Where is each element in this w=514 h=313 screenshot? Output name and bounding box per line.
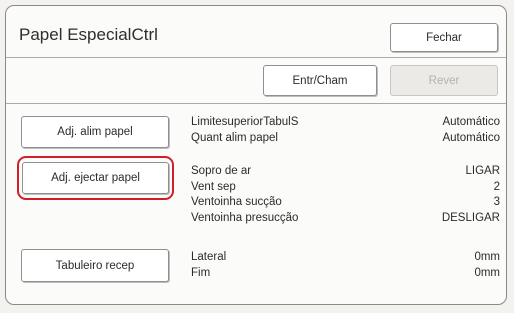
header-divider: [6, 57, 506, 58]
special-paper-panel: Papel EspecialCtrl Fechar Entr/Cham Reve…: [5, 5, 507, 305]
eject-row-3-value: 3: [493, 196, 500, 208]
toolbar-divider: [6, 103, 506, 104]
tray-row-1: Lateral 0mm: [191, 250, 500, 266]
eject-settings-info: Sopro de ar LIGAR Vent sep 2 Ventoinha s…: [191, 164, 500, 226]
entr-cham-button[interactable]: Entr/Cham: [263, 65, 377, 96]
page-title: Papel EspecialCtrl: [19, 25, 158, 44]
receiving-tray-button[interactable]: Tabuleiro recep: [21, 249, 169, 282]
eject-row-4-value: DESLIGAR: [441, 211, 500, 224]
feed-row-2: Quant alim papel Automático: [191, 131, 500, 147]
eject-row-1: Sopro de ar LIGAR: [191, 164, 500, 180]
tray-row-2-value: 0mm: [474, 266, 500, 279]
feed-row-1-value: Automático: [442, 116, 500, 128]
feed-row-2-value: Automático: [442, 131, 500, 144]
eject-row-3-label: Ventoinha sucção: [191, 196, 282, 208]
eject-adjust-button[interactable]: Adj. ejectar papel: [22, 162, 169, 194]
eject-row-4: Ventoinha presucção DESLIGAR: [191, 211, 500, 227]
tray-row-2: Fim 0mm: [191, 266, 500, 282]
feed-row-1-label: LimitesuperiorTabulS: [191, 116, 299, 128]
tray-row-1-label: Lateral: [191, 251, 227, 263]
tray-row-1-value: 0mm: [474, 251, 500, 263]
eject-row-4-label: Ventoinha presucção: [191, 211, 299, 224]
close-button[interactable]: Fechar: [390, 23, 498, 52]
feed-settings-info: LimitesuperiorTabulS Automático Quant al…: [191, 115, 500, 146]
eject-row-3: Ventoinha sucção 3: [191, 195, 500, 211]
feed-row-2-label: Quant alim papel: [191, 131, 278, 144]
eject-row-2-value: 2: [493, 180, 500, 193]
tray-settings-info: Lateral 0mm Fim 0mm: [191, 250, 500, 281]
tray-row-2-label: Fim: [191, 266, 211, 279]
feed-row-1: LimitesuperiorTabulS Automático: [191, 115, 500, 131]
eject-row-1-value: LIGAR: [465, 165, 500, 177]
rever-button[interactable]: Rever: [390, 65, 498, 96]
eject-row-2: Vent sep 2: [191, 180, 500, 196]
eject-row-2-label: Vent sep: [191, 180, 236, 193]
feed-adjust-button[interactable]: Adj. alim papel: [21, 116, 169, 148]
eject-row-1-label: Sopro de ar: [191, 165, 252, 177]
